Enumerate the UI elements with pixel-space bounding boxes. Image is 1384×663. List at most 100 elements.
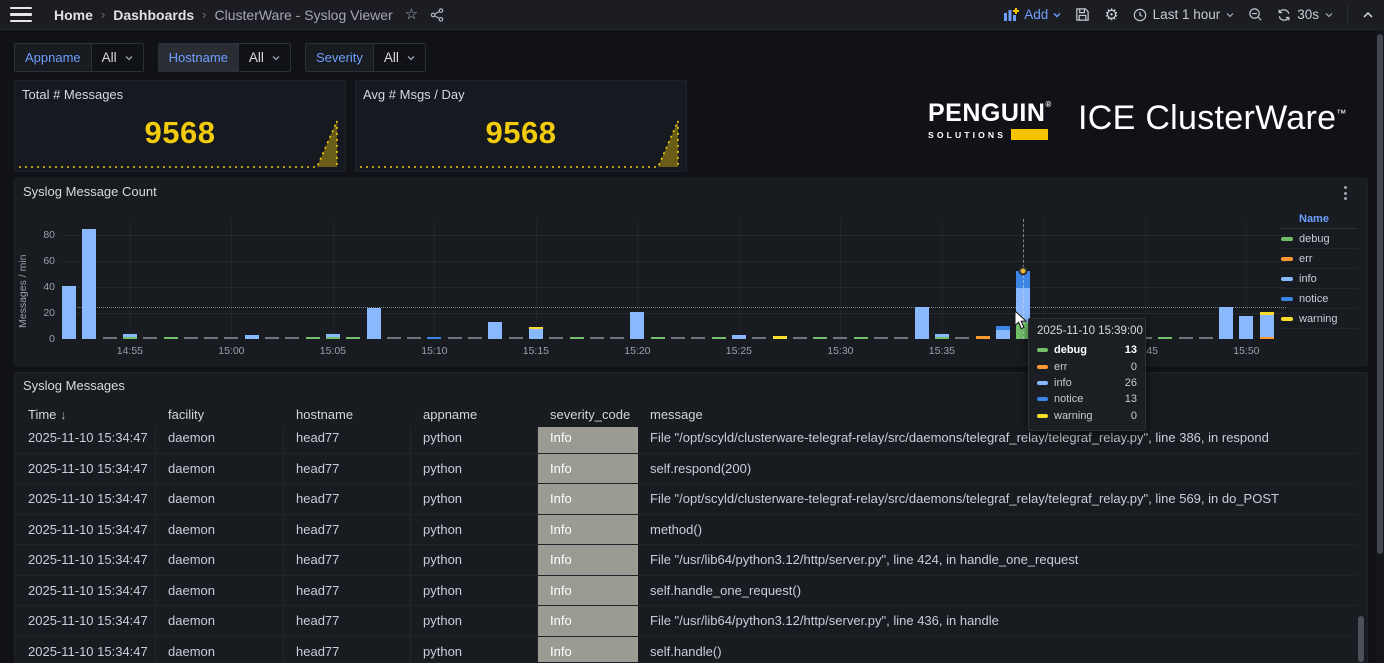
bar[interactable]	[529, 327, 543, 339]
filter-hostname-select[interactable]: All	[238, 43, 291, 72]
table-row[interactable]: 2025-11-10 15:34:47daemonhead77pythonInf…	[16, 483, 1357, 514]
refresh-button[interactable]: 30s	[1277, 7, 1333, 22]
bar[interactable]	[854, 337, 868, 339]
collapse-navbar-icon[interactable]	[1362, 9, 1374, 21]
bar-zero[interactable]	[793, 337, 807, 339]
bar[interactable]	[245, 335, 259, 339]
bar[interactable]	[813, 337, 827, 339]
bar[interactable]	[1158, 337, 1172, 339]
bar-zero[interactable]	[590, 337, 604, 339]
bar-zero[interactable]	[874, 337, 888, 339]
star-icon[interactable]: ☆	[405, 7, 418, 22]
bar-zero[interactable]	[204, 337, 218, 339]
bar[interactable]	[346, 337, 360, 339]
bar-zero[interactable]	[448, 337, 462, 339]
column-header-hostname[interactable]: hostname	[284, 407, 411, 422]
bar-zero[interactable]	[387, 337, 401, 339]
settings-gear-icon[interactable]: ⚙	[1104, 5, 1118, 25]
bar[interactable]	[651, 337, 665, 339]
bar[interactable]	[1239, 316, 1253, 339]
bar[interactable]	[773, 336, 787, 339]
bar-zero[interactable]	[833, 337, 847, 339]
bar-zero[interactable]	[265, 337, 279, 339]
bar[interactable]	[62, 286, 76, 339]
column-header-message[interactable]: message	[638, 407, 1357, 422]
bar[interactable]	[427, 337, 441, 339]
bar-zero[interactable]	[671, 337, 685, 339]
bar-zero[interactable]	[143, 337, 157, 339]
panel-menu-icon[interactable]	[1337, 185, 1353, 201]
bar-zero[interactable]	[509, 337, 523, 339]
legend-item-err[interactable]: err	[1281, 249, 1357, 269]
bar-zero[interactable]	[285, 337, 299, 339]
bar-zero[interactable]	[407, 337, 421, 339]
page-scrollbar[interactable]	[1375, 31, 1384, 663]
table-panel-title: Syslog Messages	[23, 378, 125, 393]
breadcrumb-dashboards[interactable]: Dashboards	[113, 7, 194, 23]
table-row[interactable]: 2025-11-10 15:34:47daemonhead77pythonInf…	[16, 453, 1357, 484]
bar-zero[interactable]	[1179, 337, 1193, 339]
bar[interactable]	[915, 307, 929, 340]
stat-total-messages: Total # Messages 9568	[14, 80, 346, 172]
legend-name-header[interactable]: Name	[1281, 211, 1357, 229]
bar[interactable]	[732, 335, 746, 339]
bar[interactable]	[976, 336, 990, 339]
bar-zero[interactable]	[691, 337, 705, 339]
page-scrollbar-thumb[interactable]	[1377, 34, 1383, 554]
filter-severity-label[interactable]: Severity	[305, 43, 373, 72]
bar[interactable]	[630, 312, 644, 339]
bar-zero[interactable]	[955, 337, 969, 339]
bar[interactable]	[1260, 312, 1274, 339]
share-icon[interactable]	[430, 8, 444, 22]
bar[interactable]	[123, 334, 137, 339]
breadcrumb-home[interactable]: Home	[54, 7, 93, 23]
column-header-time[interactable]: Time↓	[16, 407, 156, 422]
column-header-appname[interactable]: appname	[411, 407, 538, 422]
bar-zero[interactable]	[1199, 337, 1213, 339]
bar[interactable]	[367, 308, 381, 339]
zoom-out-icon[interactable]	[1248, 7, 1263, 22]
table-row[interactable]: 2025-11-10 15:34:47daemonhead77pythonInf…	[16, 544, 1357, 575]
bar[interactable]	[164, 337, 178, 339]
bar-zero[interactable]	[103, 337, 117, 339]
bar-zero[interactable]	[224, 337, 238, 339]
table-row[interactable]: 2025-11-10 15:34:47daemonhead77pythonInf…	[16, 636, 1357, 663]
bar-zero[interactable]	[894, 337, 908, 339]
save-dashboard-icon[interactable]	[1075, 7, 1090, 22]
bar-zero[interactable]	[184, 337, 198, 339]
bar-zero[interactable]	[752, 337, 766, 339]
filter-appname-label[interactable]: Appname	[14, 43, 91, 72]
table-row[interactable]: 2025-11-10 15:34:47daemonhead77pythonInf…	[16, 427, 1357, 453]
bar[interactable]	[82, 229, 96, 340]
legend-item-warning[interactable]: warning	[1281, 309, 1357, 329]
bar[interactable]	[570, 337, 584, 339]
bar[interactable]	[306, 337, 320, 339]
bar-zero[interactable]	[468, 337, 482, 339]
bar[interactable]	[1219, 307, 1233, 340]
tooltip-row-info: info26	[1037, 375, 1137, 391]
table-body[interactable]: 2025-11-10 15:34:47daemonhead77pythonInf…	[16, 427, 1357, 662]
column-header-severity-code[interactable]: severity_code	[538, 407, 638, 422]
table-scrollbar-thumb[interactable]	[1358, 616, 1364, 662]
bar-zero[interactable]	[549, 337, 563, 339]
bar[interactable]	[996, 326, 1010, 339]
add-panel-button[interactable]: Add	[1004, 7, 1061, 22]
filter-hostname-label[interactable]: Hostname	[158, 43, 238, 72]
table-row[interactable]: 2025-11-10 15:34:47daemonhead77pythonInf…	[16, 605, 1357, 636]
table-row[interactable]: 2025-11-10 15:34:47daemonhead77pythonInf…	[16, 514, 1357, 545]
legend-item-debug[interactable]: debug	[1281, 229, 1357, 249]
table-row[interactable]: 2025-11-10 15:34:47daemonhead77pythonInf…	[16, 575, 1357, 606]
bar[interactable]	[488, 322, 502, 339]
bar-zero[interactable]	[610, 337, 624, 339]
bar[interactable]	[326, 334, 340, 339]
time-range-picker[interactable]: Last 1 hour	[1133, 7, 1235, 22]
column-header-facility[interactable]: facility	[156, 407, 284, 422]
gridline	[942, 219, 943, 339]
legend-item-info[interactable]: info	[1281, 269, 1357, 289]
filter-appname-select[interactable]: All	[91, 43, 144, 72]
bar[interactable]	[935, 334, 949, 339]
filter-severity-select[interactable]: All	[373, 43, 426, 72]
legend-item-notice[interactable]: notice	[1281, 289, 1357, 309]
bar[interactable]	[712, 337, 726, 339]
menu-icon[interactable]	[10, 5, 36, 25]
